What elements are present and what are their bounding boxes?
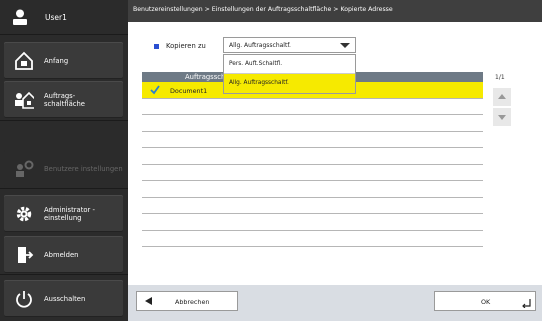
dropdown-option-selected[interactable]: Allg. Auftragsschaltf.: [224, 74, 355, 93]
copy-to-text: Kopieren zu: [166, 42, 206, 50]
enter-icon: [522, 299, 531, 308]
sidebar-item-job-button[interactable]: Auftrags- schaltfläche: [4, 81, 123, 118]
content-area: Kopieren zu Allg. Auftragsschaltf. Auftr…: [128, 22, 542, 285]
table-row[interactable]: [142, 181, 483, 198]
sidebar-item-power-off[interactable]: Ausschalten: [4, 280, 123, 317]
job-button-table: Auftragsschalt Document1: [142, 72, 483, 249]
dropdown-option[interactable]: Pers. Auft.Schaltfl.: [224, 55, 355, 74]
chevron-down-icon: [340, 43, 350, 48]
footer-bar: Abbrechen OK: [128, 285, 542, 321]
cancel-button[interactable]: Abbrechen: [136, 291, 238, 311]
copy-to-label: Kopieren zu: [154, 42, 206, 50]
logout-icon: [18, 247, 34, 263]
user-indicator: User1: [0, 0, 128, 34]
sidebar-item-label: Abmelden: [44, 250, 79, 259]
arrow-up-icon: [498, 94, 506, 99]
ok-label: OK: [481, 298, 491, 306]
table-row[interactable]: [142, 214, 483, 231]
row-name: Document1: [170, 87, 208, 95]
main-panel: Benutzereinstellungen > Einstellungen de…: [128, 0, 542, 321]
sidebar-item-admin-settings[interactable]: Administrator - einstellung: [4, 195, 123, 232]
copy-to-dropdown: Pers. Auft.Schaltfl. Allg. Auftragsschal…: [223, 54, 356, 94]
table-row[interactable]: [142, 198, 483, 214]
checkmark-icon: [150, 85, 160, 95]
user-icon: [13, 9, 27, 25]
scroll-down-button[interactable]: [493, 108, 511, 126]
copy-to-selected-value: Allg. Auftragsschaltf.: [229, 42, 291, 49]
table-row[interactable]: [142, 132, 483, 148]
sidebar: User1 Anfang Auftrags- schaltfläche Benu…: [0, 0, 128, 321]
user-settings-icon: [16, 160, 34, 177]
marker-square-icon: [154, 43, 159, 49]
breadcrumb: Benutzereinstellungen > Einstellungen de…: [128, 0, 542, 22]
page-indicator: 1/1: [495, 74, 505, 81]
arrow-down-icon: [498, 115, 506, 120]
sidebar-item-label: Auftrags- schaltfläche: [44, 91, 85, 108]
scroll-up-button[interactable]: [493, 88, 511, 106]
back-arrow-icon: [145, 297, 152, 305]
table-row[interactable]: [142, 165, 483, 181]
user-name: User1: [45, 13, 67, 22]
ok-button[interactable]: OK: [434, 291, 536, 311]
gear-icon: [16, 206, 32, 222]
table-row[interactable]: [142, 115, 483, 132]
sidebar-item-label: Ausschalten: [44, 294, 86, 303]
sidebar-item-label: Anfang: [44, 56, 69, 65]
cancel-label: Abbrechen: [175, 298, 210, 306]
sidebar-item-user-settings: Benutzere instellungen: [4, 150, 123, 187]
user-job-icon: [15, 91, 34, 109]
copy-to-select[interactable]: Allg. Auftragsschaltf.: [223, 37, 356, 53]
table-row[interactable]: [142, 148, 483, 165]
table-row[interactable]: [142, 99, 483, 115]
table-row[interactable]: [142, 231, 483, 247]
power-icon: [16, 291, 32, 308]
sidebar-item-logout[interactable]: Abmelden: [4, 236, 123, 273]
sidebar-item-home[interactable]: Anfang: [4, 42, 123, 79]
sidebar-item-label: Benutzere instellungen: [44, 164, 123, 173]
home-icon: [15, 51, 33, 70]
sidebar-item-label: Administrator - einstellung: [44, 205, 95, 222]
